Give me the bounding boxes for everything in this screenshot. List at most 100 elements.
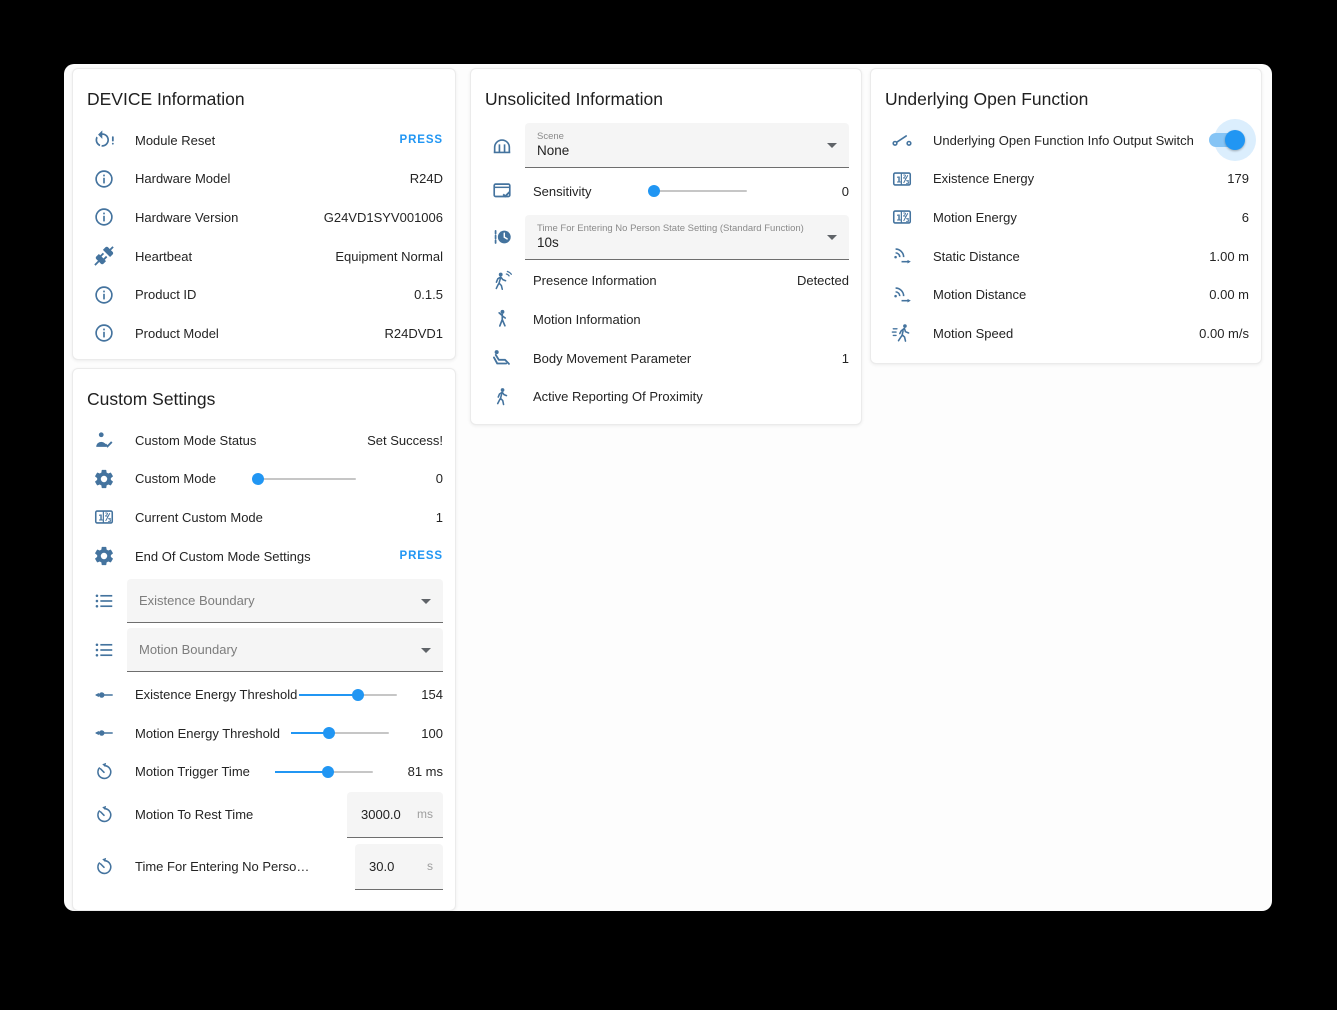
row-label: Product ID	[135, 287, 196, 302]
card-custom-settings: Custom Settings Custom Mode Status Set S…	[72, 368, 456, 911]
row-value: 0	[399, 471, 443, 486]
chevron-down-icon	[421, 648, 431, 653]
dashboard-panel: DEVICE Information Module Reset PRESS Ha…	[64, 64, 1272, 911]
timer-icon	[93, 804, 115, 826]
row-value: 81 ms	[399, 764, 443, 779]
motion-to-rest-time-input[interactable]: 3000.0 ms	[347, 792, 443, 838]
card-device-information: DEVICE Information Module Reset PRESS Ha…	[72, 68, 456, 360]
row-label: Underlying Open Function Info Output Swi…	[933, 133, 1194, 148]
slider-thumb[interactable]	[323, 727, 335, 739]
row-label: Hardware Version	[135, 210, 238, 225]
gear-icon	[93, 545, 115, 567]
row-value: 1	[428, 510, 443, 525]
row-label: Sensitivity	[533, 184, 592, 199]
row-label: Custom Mode Status	[135, 433, 256, 448]
counter-icon	[891, 206, 913, 228]
custom-mode-slider[interactable]	[258, 473, 356, 485]
row-motion-trigger-time: Motion Trigger Time 81 ms	[73, 753, 455, 792]
motion-person-icon	[491, 308, 513, 330]
slider-thumb[interactable]	[352, 689, 364, 701]
row-value: 0.00 m/s	[1191, 326, 1249, 341]
input-unit: s	[419, 859, 433, 873]
switch-icon	[891, 129, 913, 151]
row-value: 100	[399, 726, 443, 741]
row-label: Motion Speed	[933, 326, 1013, 341]
gear-icon	[93, 468, 115, 490]
row-label: End Of Custom Mode Settings	[135, 549, 311, 564]
sensitivity-slider[interactable]	[649, 185, 747, 197]
row-module-reset: Module Reset PRESS	[73, 121, 455, 160]
input-unit: ms	[409, 807, 433, 821]
row-motion-energy: Motion Energy 6	[871, 198, 1261, 237]
row-label: Motion Energy	[933, 210, 1017, 225]
scene-select-row: Scene None	[471, 123, 861, 168]
counter-icon	[93, 506, 115, 528]
row-value: 154	[399, 687, 443, 702]
row-existence-energy-threshold: Existence Energy Threshold 154	[73, 675, 455, 714]
row-presence-information: Presence Information Detected	[471, 262, 861, 301]
running-speed-icon	[891, 322, 913, 344]
row-body-movement-parameter: Body Movement Parameter 1	[471, 339, 861, 378]
presence-sensor-icon	[491, 270, 513, 292]
scene-select[interactable]: Scene None	[525, 123, 849, 168]
list-icon	[93, 590, 115, 612]
row-value: Set Success!	[359, 433, 443, 448]
motion-boundary-select[interactable]: Motion Boundary	[127, 628, 443, 672]
slider-thumb[interactable]	[648, 185, 660, 197]
existence-energy-threshold-slider[interactable]	[299, 689, 397, 701]
chevron-down-icon	[421, 599, 431, 604]
slider-thumb[interactable]	[252, 473, 264, 485]
row-label: Active Reporting Of Proximity	[533, 389, 703, 404]
row-value: 0.00 m	[1201, 287, 1249, 302]
row-label: Static Distance	[933, 249, 1020, 264]
motion-energy-threshold-slider[interactable]	[291, 727, 389, 739]
row-current-custom-mode: Current Custom Mode 1	[73, 498, 455, 537]
chevron-down-icon	[827, 143, 837, 148]
slider-thumb[interactable]	[322, 766, 334, 778]
row-heartbeat: Heartbeat Equipment Normal	[73, 237, 455, 276]
row-label: Presence Information	[533, 273, 657, 288]
motion-boundary-select-row: Motion Boundary	[73, 628, 455, 672]
underlying-open-function-toggle[interactable]	[1209, 130, 1243, 150]
row-time-for-entering-no-person: Time For Entering No Perso… 30.0 s	[73, 843, 455, 890]
row-label: Motion Information	[533, 312, 641, 327]
select-label: Motion Boundary	[127, 642, 265, 657]
card-title: Custom Settings	[73, 369, 455, 411]
row-label: Product Model	[135, 326, 219, 341]
row-value: Equipment Normal	[327, 249, 443, 264]
timer-icon	[93, 761, 115, 783]
module-reset-press-button[interactable]: PRESS	[392, 134, 444, 146]
row-active-reporting-of-proximity: Active Reporting Of Proximity	[471, 377, 861, 416]
row-label: Motion To Rest Time	[135, 807, 253, 822]
row-label: Custom Mode	[135, 471, 216, 486]
row-product-id: Product ID 0.1.5	[73, 275, 455, 314]
row-value: 179	[1219, 171, 1249, 186]
info-icon	[93, 168, 115, 190]
row-value: Detected	[789, 273, 849, 288]
row-motion-to-rest-time: Motion To Rest Time 3000.0 ms	[73, 791, 455, 838]
restart-icon	[93, 129, 115, 151]
slider-icon	[93, 722, 115, 744]
row-existence-energy: Existence Energy 179	[871, 160, 1261, 199]
row-motion-information: Motion Information	[471, 300, 861, 339]
end-of-custom-mode-press-button[interactable]: PRESS	[392, 550, 444, 562]
row-info-output-switch: Underlying Open Function Info Output Swi…	[871, 121, 1261, 160]
motion-trigger-time-slider[interactable]	[275, 766, 373, 778]
checklist-icon	[491, 180, 513, 202]
row-static-distance: Static Distance 1.00 m	[871, 237, 1261, 276]
chevron-down-icon	[827, 235, 837, 240]
card-title: Underlying Open Function	[871, 69, 1261, 111]
row-label: Hardware Model	[135, 171, 230, 186]
row-value: R24D	[402, 171, 443, 186]
scene-icon	[491, 135, 513, 157]
input-value: 3000.0	[361, 807, 401, 822]
row-value: 6	[1234, 210, 1249, 225]
existence-boundary-select[interactable]: Existence Boundary	[127, 579, 443, 623]
card-unsolicited-information: Unsolicited Information Scene None Sensi…	[470, 68, 862, 425]
row-label: Module Reset	[135, 133, 215, 148]
no-person-time-input[interactable]: 30.0 s	[355, 844, 443, 890]
row-value: 0.1.5	[406, 287, 443, 302]
signal-distance-icon	[891, 284, 913, 306]
row-label: Motion Distance	[933, 287, 1026, 302]
no-person-time-select[interactable]: Time For Entering No Person State Settin…	[525, 215, 849, 260]
